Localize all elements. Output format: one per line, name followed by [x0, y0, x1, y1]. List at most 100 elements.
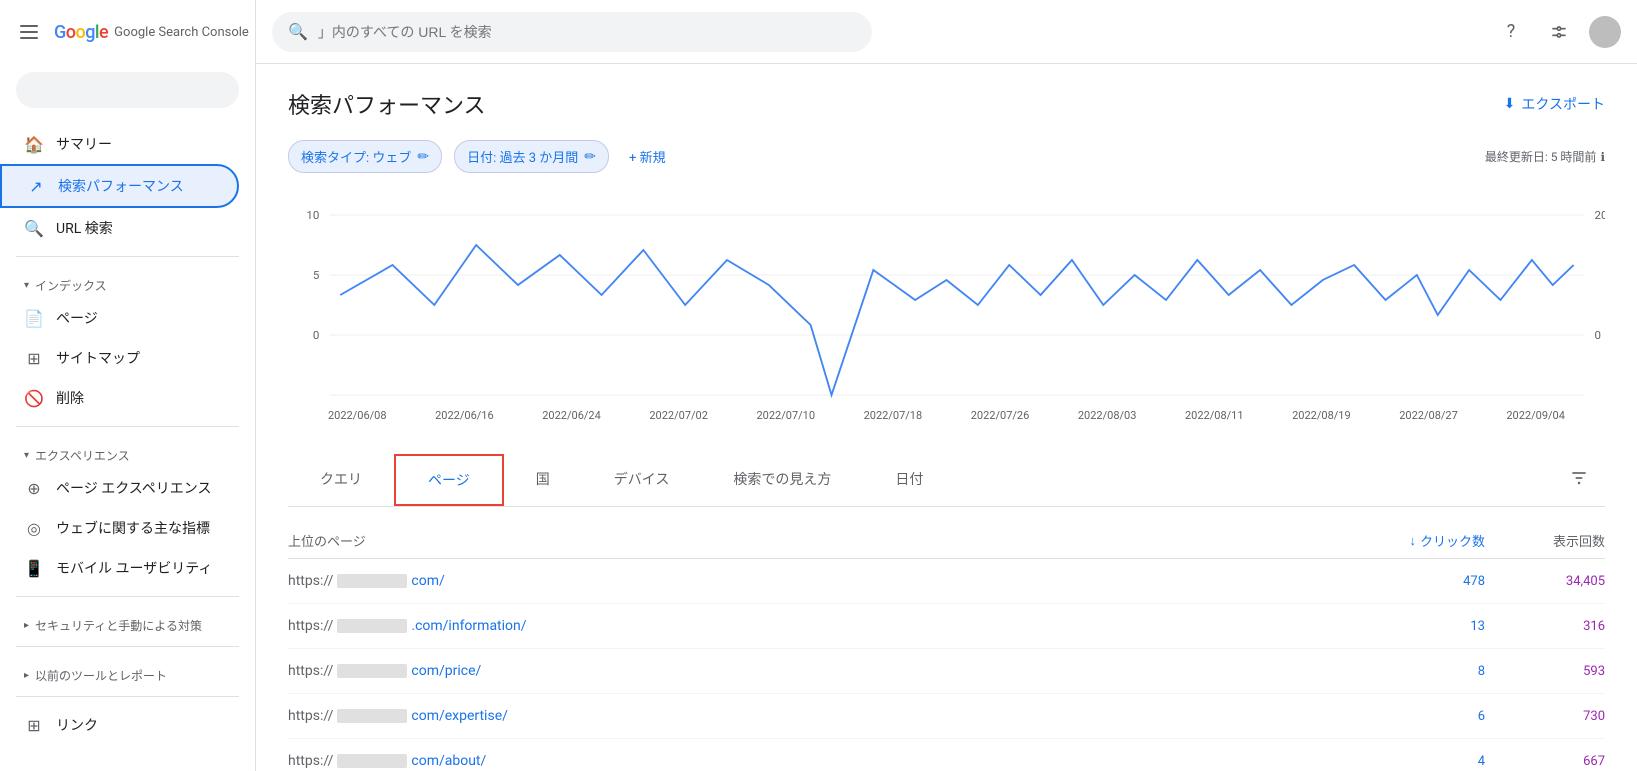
section-label: セキュリティと手動による対策: [35, 617, 202, 634]
chart-x-labels: 2022/06/08 2022/06/16 2022/06/24 2022/07…: [288, 405, 1605, 422]
x-label: 2022/07/26: [971, 409, 1030, 422]
avatar[interactable]: [1589, 16, 1621, 48]
section-label: エクスペリエンス: [35, 447, 130, 464]
home-icon: 🏠: [24, 135, 44, 154]
tab-country[interactable]: 国: [504, 455, 582, 505]
legacy-section-header[interactable]: ▸ 以前のツールとレポート: [0, 655, 255, 688]
sidebar-item-sitemap[interactable]: ⊞ サイトマップ: [0, 338, 239, 378]
main-nav: 🏠 サマリー ↗ 検索パフォーマンス 🔍 URL 検索: [0, 124, 255, 248]
sidebar-item-mobile[interactable]: 📱 モバイル ユーザビリティ: [0, 548, 239, 588]
sidebar-item-search-performance[interactable]: ↗ 検索パフォーマンス: [0, 164, 239, 208]
sidebar-item-label: リンク: [56, 715, 98, 735]
col-impressions-label: 表示回数: [1553, 535, 1605, 550]
add-filter-button[interactable]: + 新規: [621, 141, 674, 172]
sidebar-item-pages[interactable]: 📄 ページ: [0, 298, 239, 338]
vitals-icon: ◎: [24, 519, 44, 538]
chart-area: 10 5 0 200 0 2022/06/08 2022/06/16 2022/…: [288, 189, 1605, 430]
url-domain-placeholder: [337, 709, 407, 723]
nav-divider-1: [16, 256, 239, 257]
last-updated: 最終更新日: 5 時間前 ℹ: [1485, 148, 1605, 165]
property-selector[interactable]: [16, 72, 239, 108]
export-button[interactable]: ⬇ エクスポート: [1504, 94, 1605, 114]
tab-search-appearance[interactable]: 検索での見え方: [701, 455, 863, 505]
page-icon: 📄: [24, 309, 44, 328]
x-label: 2022/08/11: [1185, 409, 1244, 422]
sidebar-item-url-inspection[interactable]: 🔍 URL 検索: [0, 208, 239, 248]
row-impressions: 730: [1485, 709, 1605, 724]
nav-divider-4: [16, 646, 239, 647]
nav-divider-2: [16, 426, 239, 427]
search-input[interactable]: [318, 24, 856, 40]
tab-page[interactable]: ページ: [394, 454, 504, 506]
url-domain-placeholder: [337, 754, 407, 768]
security-section-header[interactable]: ▸ セキュリティと手動による対策: [0, 605, 255, 638]
menu-icon[interactable]: [16, 21, 42, 43]
svg-text:0: 0: [1595, 329, 1601, 342]
tab-date[interactable]: 日付: [863, 455, 955, 505]
search-small-icon: 🔍: [24, 219, 44, 238]
content-area: 検索パフォーマンス ⬇ エクスポート 検索タイプ: ウェブ ✏ 日付: 過去 3…: [256, 64, 1637, 771]
url-prefix: https://: [288, 753, 333, 769]
section-label: インデックス: [35, 277, 107, 294]
row-clicks: 478: [1365, 574, 1485, 589]
mobile-icon: 📱: [24, 559, 44, 578]
row-impressions: 593: [1485, 664, 1605, 679]
row-url[interactable]: https:// com/price/: [288, 663, 1365, 679]
row-impressions: 316: [1485, 619, 1605, 634]
chevron-icon: ▸: [24, 670, 29, 681]
url-path: com/expertise/: [411, 708, 508, 724]
x-label: 2022/08/27: [1399, 409, 1458, 422]
col-header-clicks[interactable]: ↓ クリック数: [1365, 531, 1485, 550]
sidebar-item-summary[interactable]: 🏠 サマリー: [0, 124, 239, 164]
sidebar-item-page-experience[interactable]: ⊕ ページ エクスペリエンス: [0, 468, 239, 508]
results-table: 上位のページ ↓ クリック数 表示回数 https:// com/ 478: [288, 523, 1605, 771]
sidebar-item-label: ウェブに関する主な指標: [56, 518, 210, 538]
help-button[interactable]: ?: [1493, 14, 1529, 50]
col-header-page: 上位のページ: [288, 531, 1365, 550]
search-bar[interactable]: 🔍: [272, 12, 872, 52]
chevron-icon: ▾: [24, 450, 29, 461]
sidebar-item-links[interactable]: ⊞ リンク: [0, 705, 239, 745]
table-filter-button[interactable]: [1553, 460, 1605, 501]
sidebar-item-label: サイトマップ: [56, 348, 140, 368]
nav-divider-5: [16, 696, 239, 697]
url-domain-placeholder: [337, 619, 407, 633]
table-row: https:// com/price/ 8 593: [288, 649, 1605, 694]
table-row: https:// com/expertise/ 6 730: [288, 694, 1605, 739]
filter-bar: 検索タイプ: ウェブ ✏ 日付: 過去 3 か月間 ✏ + 新規 最終更新日: …: [288, 140, 1605, 173]
experience-section-header: ▾ エクスペリエンス: [0, 435, 255, 468]
edit-icon: ✏: [417, 149, 429, 165]
sidebar-item-label: URL 検索: [56, 218, 113, 238]
page-header: 検索パフォーマンス ⬇ エクスポート: [288, 88, 1605, 120]
sidebar-item-label: サマリー: [56, 134, 112, 154]
x-label: 2022/07/02: [649, 409, 708, 422]
col-clicks-label: クリック数: [1420, 531, 1485, 550]
url-path: .com/information/: [411, 618, 526, 634]
row-url[interactable]: https:// com/expertise/: [288, 708, 1365, 724]
row-url[interactable]: https:// com/: [288, 573, 1365, 589]
table-row: https:// com/ 478 34,405: [288, 559, 1605, 604]
sidebar-item-removal[interactable]: 🚫 削除: [0, 378, 239, 418]
sidebar-item-label: 削除: [56, 388, 84, 408]
performance-chart: 10 5 0 200 0: [288, 205, 1605, 405]
app-title: Google Search Console: [114, 25, 249, 40]
col-header-impressions: 表示回数: [1485, 531, 1605, 550]
url-domain-placeholder: [337, 664, 407, 678]
filter-search-type[interactable]: 検索タイプ: ウェブ ✏: [288, 140, 442, 173]
google-logo: Google: [54, 22, 108, 43]
nav-divider-3: [16, 596, 239, 597]
page-title: 検索パフォーマンス: [288, 88, 486, 120]
settings-button[interactable]: [1541, 14, 1577, 50]
sidebar-item-web-vitals[interactable]: ◎ ウェブに関する主な指標: [0, 508, 239, 548]
row-url[interactable]: https:// .com/information/: [288, 618, 1365, 634]
logo-area: Google Google Search Console: [54, 22, 249, 43]
tab-query[interactable]: クエリ: [288, 455, 394, 505]
x-label: 2022/06/24: [542, 409, 601, 422]
filter-label: 日付: 過去 3 か月間: [467, 147, 578, 166]
filter-date[interactable]: 日付: 過去 3 か月間 ✏: [454, 140, 609, 173]
sidebar-item-label: モバイル ユーザビリティ: [56, 558, 212, 578]
tab-device[interactable]: デバイス: [582, 455, 702, 505]
table-row: https:// com/about/ 4 667: [288, 739, 1605, 771]
row-url[interactable]: https:// com/about/: [288, 753, 1365, 769]
removal-icon: 🚫: [24, 389, 44, 408]
